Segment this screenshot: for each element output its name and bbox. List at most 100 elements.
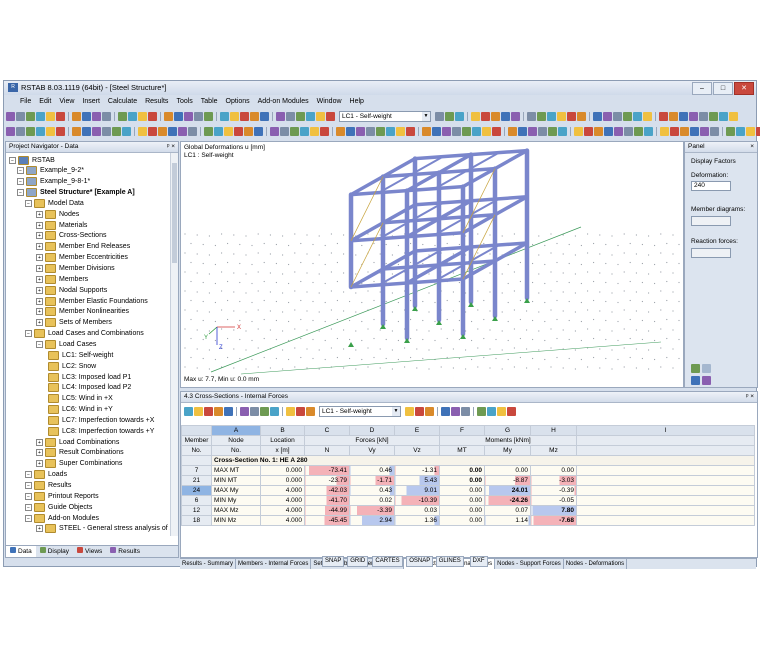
table-tool-icon[interactable] [296,406,305,416]
collapse-icon[interactable]: − [25,471,32,479]
main-tool-icon[interactable] [46,111,55,121]
tree-item[interactable]: + Result Combinations [36,448,124,458]
tree-item[interactable]: − Load Cases [36,339,96,349]
view-tool-icon[interactable] [432,126,441,136]
results-tool-icon[interactable] [623,111,632,121]
results-tool-icon[interactable] [455,111,464,121]
table-row[interactable]: 12 MAX Mz 4.000 -44.99 -3.39 0.03 0.00 0.07 7.80 [181,505,755,516]
cell-vy[interactable]: 0.46 [349,465,395,476]
view-tool-icon[interactable] [356,126,365,136]
main-tool-icon[interactable] [102,111,111,121]
tree-item[interactable]: + Member Nonlinearities [36,307,129,317]
minimize-button[interactable]: – [692,82,712,95]
results-tool-icon[interactable] [511,111,520,121]
results-tool-icon[interactable] [537,111,546,121]
results-tool-icon[interactable] [659,111,668,121]
cell-vz[interactable]: 5.43 [394,475,440,486]
results-tool-icon[interactable] [689,111,698,121]
main-tool-icon[interactable] [260,111,269,121]
cell-empty[interactable] [576,475,755,486]
tree-item[interactable]: − Steel Structure* [Example A] [17,188,135,198]
view-tool-icon[interactable] [26,126,35,136]
menu-item-options[interactable]: Options [222,98,254,105]
results-tool-icon[interactable] [593,111,602,121]
load-case-select[interactable]: LC1 - Self-weight ▼ [339,110,431,122]
model-viewport[interactable]: X Y Z Global Deformations u [mm] LC1 : Sel… [180,141,684,388]
table-tool-icon[interactable] [224,406,233,416]
view-tool-icon[interactable] [690,126,699,136]
table-row[interactable]: 18 MIN Mz 4.000 -45.45 2.94 1.36 0.00 1.14 -7.68 [181,515,755,526]
cell-n[interactable]: -73.41 [304,465,350,476]
view-tool-icon[interactable] [138,126,147,136]
view-tool-icon[interactable] [320,126,329,136]
results-tool-icon[interactable] [699,111,708,121]
tree-item[interactable]: + Member Divisions [36,264,115,274]
view-tool-icon[interactable] [472,126,481,136]
tree-item[interactable]: − Model Data [25,198,84,208]
column-letter[interactable]: F [439,425,485,436]
maximize-button[interactable]: □ [713,82,733,95]
main-tool-icon[interactable] [72,111,81,121]
view-tool-icon[interactable] [280,126,289,136]
main-tool-icon[interactable] [36,111,45,121]
view-tool-icon[interactable] [644,126,653,136]
menu-item-view[interactable]: View [55,98,78,105]
menu-item-add-on-modules[interactable]: Add-on Modules [254,98,313,105]
column-letter[interactable]: C [304,425,350,436]
collapse-icon[interactable]: − [36,340,43,348]
main-tool-icon[interactable] [296,111,305,121]
expand-icon[interactable]: + [36,308,43,316]
tablenav-tool-icon[interactable] [441,406,450,416]
status-snap-button[interactable]: SNAP [322,556,345,567]
results-tool-icon[interactable] [729,111,738,121]
main-tool-icon[interactable] [220,111,229,121]
cell-x[interactable]: 4.000 [260,495,305,506]
results-tool-icon[interactable] [445,111,454,121]
tree-item[interactable]: − Example_9-2* [17,166,84,176]
cell-node[interactable]: MIN Mz [211,515,261,526]
view-tool-icon[interactable] [396,126,405,136]
cell-vy[interactable]: 0.43 [349,485,395,496]
view-tool-icon[interactable] [614,126,623,136]
view-tool-icon[interactable] [558,126,567,136]
view-tool-icon[interactable] [112,126,121,136]
table-pin-icon[interactable]: ᵖ × [746,392,754,402]
expand-icon[interactable]: + [36,243,43,251]
cell-node[interactable]: MIN MT [211,475,261,486]
collapse-icon[interactable]: − [9,156,16,164]
view-tool-icon[interactable] [548,126,557,136]
view-tool-icon[interactable] [624,126,633,136]
collapse-icon[interactable]: − [25,492,32,500]
panel-close-icon[interactable]: × [750,142,754,152]
cell-x[interactable]: 4.000 [260,515,305,526]
view-tool-icon[interactable] [700,126,709,136]
view-tool-icon[interactable] [270,126,279,136]
results-tool-icon[interactable] [603,111,612,121]
menu-item-help[interactable]: Help [346,98,368,105]
results-tool-icon[interactable] [547,111,556,121]
menu-item-tools[interactable]: Tools [172,98,196,105]
cell-mt[interactable]: 0.00 [439,465,485,476]
view-tool-icon[interactable] [366,126,375,136]
tablenav-tool-icon[interactable] [507,406,516,416]
cell-vy[interactable]: -1.71 [349,475,395,486]
tree-item[interactable]: LC1: Self-weight [48,350,113,360]
collapse-icon[interactable]: + [36,449,43,457]
view-tool-icon[interactable] [680,126,689,136]
view-tool-icon[interactable] [102,126,111,136]
view-tool-icon[interactable] [6,126,15,136]
tree-item[interactable]: LC6: Wind in +Y [48,405,113,415]
results-tool-icon[interactable] [709,111,718,121]
cell-x[interactable]: 0.000 [260,475,305,486]
cell-vz[interactable]: 1.36 [394,515,440,526]
view-tool-icon[interactable] [122,126,131,136]
cell-empty[interactable] [576,495,755,506]
view-tool-icon[interactable] [538,126,547,136]
view-tool-icon[interactable] [168,126,177,136]
tree-item[interactable]: LC3: Imposed load P1 [48,372,131,382]
column-letter[interactable]: G [484,425,531,436]
tree-item[interactable]: + Cross-Sections [36,231,106,241]
close-button[interactable]: ✕ [734,82,754,95]
table-tool-icon[interactable] [250,406,259,416]
expand-icon[interactable]: + [36,319,43,327]
